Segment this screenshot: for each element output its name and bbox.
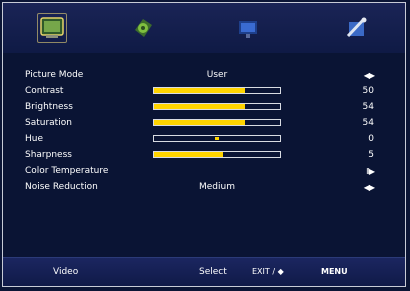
- picture-icon: [40, 17, 64, 38]
- contrast-row[interactable]: Contrast 50: [3, 84, 405, 99]
- noise-reduction-row[interactable]: Noise Reduction Medium ◀▶: [3, 180, 405, 195]
- contrast-fill: [154, 88, 245, 93]
- sharpness-value: 5: [368, 150, 374, 160]
- channel-icon: [239, 21, 257, 38]
- hue-slider[interactable]: [153, 135, 281, 142]
- hue-marker: [215, 137, 219, 140]
- noise-reduction-value: Medium: [199, 182, 235, 192]
- hue-row[interactable]: Hue 0: [3, 132, 405, 147]
- brightness-label: Brightness: [25, 102, 73, 112]
- tab-channel[interactable]: [236, 16, 260, 40]
- color-temperature-row[interactable]: Color Temperature II▶: [3, 164, 405, 179]
- brightness-fill: [154, 104, 245, 109]
- brightness-value: 54: [362, 102, 374, 112]
- hue-value: 0: [368, 134, 374, 144]
- setup-icon: [346, 17, 367, 38]
- contrast-slider[interactable]: [153, 87, 281, 94]
- menu-hint: MENU: [321, 267, 348, 276]
- saturation-slider[interactable]: [153, 119, 281, 126]
- picture-mode-value: User: [206, 70, 228, 80]
- left-right-arrows-icon[interactable]: ◀▶: [364, 180, 375, 195]
- left-right-arrows-icon[interactable]: ◀▶: [364, 68, 375, 83]
- osd-menu-frame: Picture Mode User ◀▶ Contrast 50 Brightn…: [2, 2, 406, 287]
- footer-bar: Video Select EXIT / ◆ MENU: [3, 257, 405, 286]
- saturation-fill: [154, 120, 245, 125]
- contrast-value: 50: [362, 86, 374, 96]
- saturation-label: Saturation: [25, 118, 72, 128]
- contrast-label: Contrast: [25, 86, 64, 96]
- tab-sound[interactable]: [131, 16, 155, 40]
- picture-mode-row[interactable]: Picture Mode User ◀▶: [3, 68, 405, 83]
- tab-picture[interactable]: [37, 13, 67, 43]
- sound-icon: [135, 19, 152, 37]
- tab-setup[interactable]: [344, 16, 368, 40]
- sharpness-row[interactable]: Sharpness 5: [3, 148, 405, 163]
- sharpness-slider[interactable]: [153, 151, 281, 158]
- navigation-hint: EXIT / ◆: [252, 267, 284, 276]
- picture-mode-label: Picture Mode: [25, 70, 84, 80]
- hue-label: Hue: [25, 134, 44, 144]
- select-hint: Select: [199, 267, 227, 277]
- sharpness-label: Sharpness: [25, 150, 72, 160]
- saturation-value: 54: [362, 118, 374, 128]
- source-label: Video: [53, 267, 79, 277]
- sharpness-fill: [154, 152, 224, 157]
- color-temperature-label: Color Temperature: [25, 166, 109, 176]
- saturation-row[interactable]: Saturation 54: [3, 116, 405, 131]
- enter-arrow-icon[interactable]: II▶: [366, 164, 375, 179]
- brightness-slider[interactable]: [153, 103, 281, 110]
- tab-bar: [3, 3, 405, 53]
- noise-reduction-label: Noise Reduction: [25, 182, 98, 192]
- brightness-row[interactable]: Brightness 54: [3, 100, 405, 115]
